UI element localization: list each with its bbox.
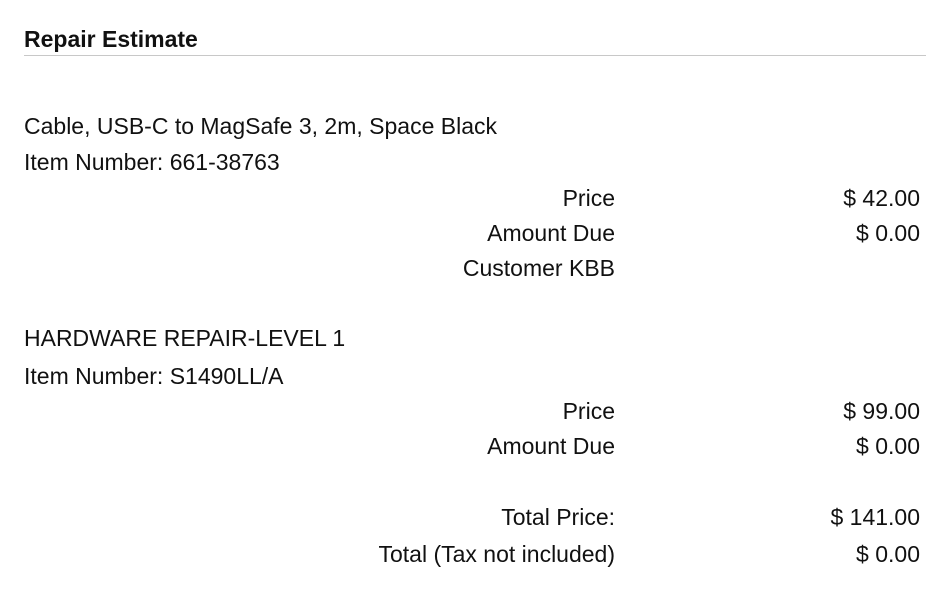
price-label: Price bbox=[562, 398, 615, 424]
item-number: Item Number: 661-38763 bbox=[24, 149, 280, 175]
item-number: Item Number: S1490LL/A bbox=[24, 363, 284, 389]
page-title: Repair Estimate bbox=[24, 26, 198, 52]
item-name: HARDWARE REPAIR-LEVEL 1 bbox=[24, 325, 346, 351]
title-divider bbox=[24, 55, 926, 56]
customer-note: Customer KBB bbox=[462, 255, 615, 281]
total-price-value: $ 141.00 bbox=[830, 504, 920, 530]
price-label: Price bbox=[562, 185, 615, 211]
item-name: Cable, USB-C to MagSafe 3, 2m, Space Bla… bbox=[24, 113, 497, 139]
amount-due-label: Amount Due bbox=[487, 220, 615, 246]
amount-due-label: Amount Due bbox=[487, 433, 615, 459]
repair-estimate-page: Repair Estimate Cable, USB-C to MagSafe … bbox=[0, 0, 949, 604]
amount-due-value: $ 0.00 bbox=[856, 433, 920, 459]
total-value: $ 0.00 bbox=[856, 541, 920, 567]
price-value: $ 99.00 bbox=[843, 398, 920, 424]
total-price-label: Total Price: bbox=[501, 504, 615, 530]
price-value: $ 42.00 bbox=[843, 185, 920, 211]
amount-due-value: $ 0.00 bbox=[856, 220, 920, 246]
total-label: Total (Tax not included) bbox=[378, 541, 615, 567]
